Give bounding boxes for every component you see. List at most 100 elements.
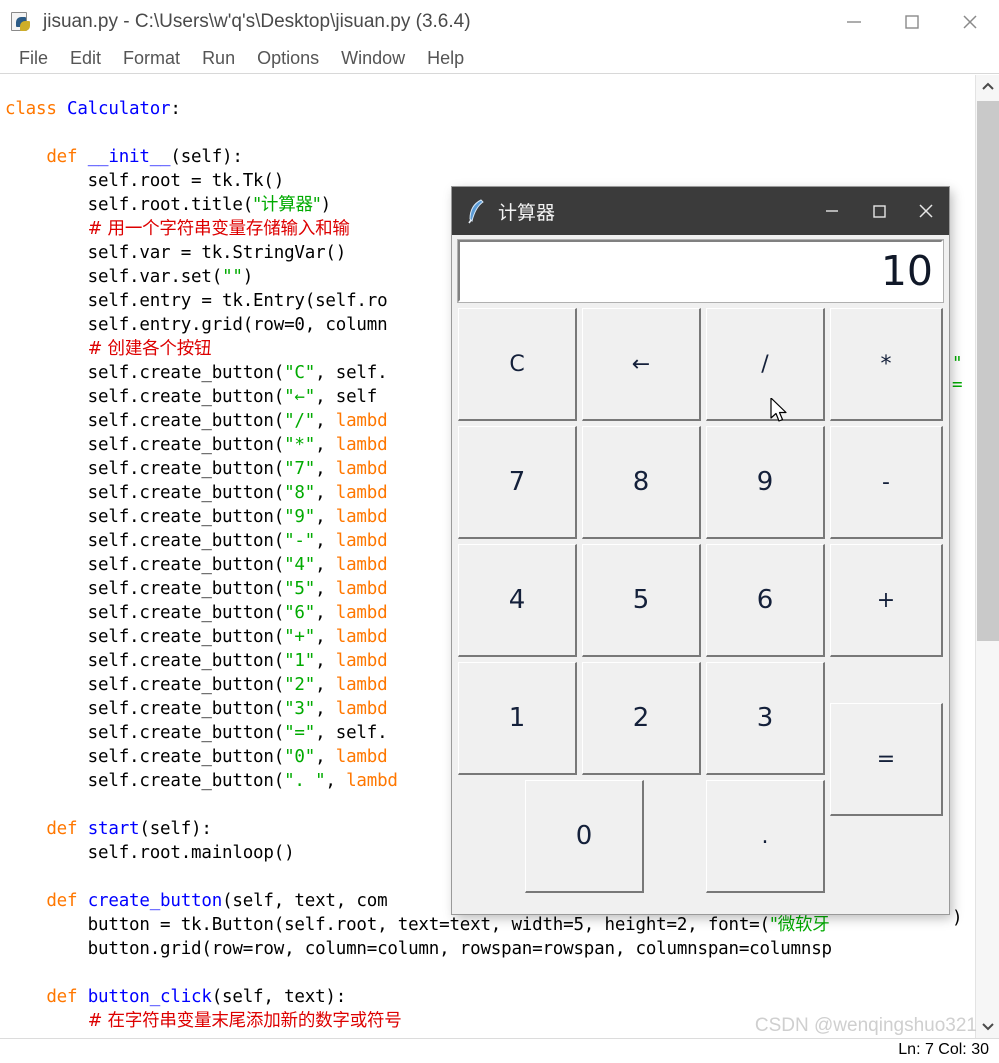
code-token: lambd — [335, 411, 388, 431]
menu-item-options[interactable]: Options — [246, 46, 330, 71]
code-token: lambd — [335, 603, 388, 623]
chevron-down-icon[interactable] — [976, 1014, 999, 1038]
calculator-button-/[interactable]: / — [706, 308, 825, 421]
code-token: , self. — [315, 723, 388, 743]
code-token: class — [5, 99, 68, 119]
menu-item-run[interactable]: Run — [191, 46, 246, 71]
screen: jisuan.py - C:\Users\w'q's\Desktop\jisua… — [0, 0, 999, 1063]
calculator-button-3[interactable]: 3 — [706, 662, 825, 775]
code-token: (self): — [139, 819, 212, 839]
code-token: lambd — [346, 771, 398, 791]
code-token: , — [315, 459, 336, 479]
code-token: "*" — [284, 435, 316, 455]
calculator-title-bar[interactable]: 计算器 — [452, 187, 949, 235]
code-token: def — [46, 891, 88, 911]
code-token: def — [46, 819, 88, 839]
code-token: (self, text): — [211, 987, 347, 1007]
code-token: , — [315, 555, 336, 575]
calculator-button-2[interactable]: 2 — [582, 662, 701, 775]
calculator-button-4[interactable]: 4 — [458, 544, 577, 657]
code-token: self.create_button( — [5, 387, 285, 407]
calculator-button-C[interactable]: C — [458, 308, 577, 421]
menu-item-file[interactable]: File — [8, 46, 59, 71]
feather-icon — [468, 199, 484, 224]
calculator-button-8[interactable]: 8 — [582, 426, 701, 539]
maximize-icon[interactable] — [855, 187, 902, 235]
idle-window-title: jisuan.py - C:\Users\w'q's\Desktop\jisua… — [43, 11, 471, 32]
code-token: start — [87, 819, 140, 839]
code-token: , — [325, 771, 347, 791]
code-line: class Calculator: — [5, 97, 975, 121]
calculator-button-=[interactable]: = — [830, 703, 943, 816]
calculator-button-9[interactable]: 9 — [706, 426, 825, 539]
code-token: ) — [320, 195, 332, 215]
code-token: self.create_button( — [5, 627, 285, 647]
calculator-display[interactable]: 10 — [457, 239, 944, 303]
code-token: , — [315, 435, 336, 455]
code-token: self.create_button( — [5, 363, 285, 383]
code-token: , — [315, 651, 336, 671]
code-token: , — [315, 507, 336, 527]
minimize-icon[interactable] — [825, 0, 883, 44]
code-token: lambd — [335, 699, 388, 719]
menu-item-help[interactable]: Help — [416, 46, 475, 71]
calculator-button--[interactable]: - — [830, 426, 943, 539]
menu-item-window[interactable]: Window — [330, 46, 416, 71]
code-token: "7" — [284, 459, 316, 479]
menu-item-edit[interactable]: Edit — [59, 46, 112, 71]
calculator-button-0[interactable]: 0 — [525, 780, 644, 893]
code-token: lambd — [335, 507, 388, 527]
code-token: create_button — [87, 891, 223, 911]
code-token: self.entry.grid(row=0, column — [5, 315, 388, 335]
idle-title-bar: jisuan.py - C:\Users\w'q's\Desktop\jisua… — [0, 0, 999, 44]
scrollbar-thumb[interactable] — [977, 101, 999, 641]
calculator-button-1[interactable]: 1 — [458, 662, 577, 775]
code-token: , self. — [315, 363, 388, 383]
code-token: __init__ — [87, 147, 171, 167]
calculator-button-5[interactable]: 5 — [582, 544, 701, 657]
close-icon[interactable] — [941, 0, 999, 44]
code-token: lambd — [335, 483, 388, 503]
minimize-icon[interactable] — [808, 187, 855, 235]
close-icon[interactable] — [902, 187, 949, 235]
code-token: , — [315, 579, 336, 599]
code-token: lambd — [335, 531, 388, 551]
code-token: self.create_button( — [5, 723, 285, 743]
code-token: self.create_button( — [5, 699, 285, 719]
calculator-button-+[interactable]: + — [830, 544, 943, 657]
calculator-button-7[interactable]: 7 — [458, 426, 577, 539]
code-token: # 用一个字符串变量存储输入和输 — [87, 219, 350, 239]
calculator-button-6[interactable]: 6 — [706, 544, 825, 657]
chevron-up-icon[interactable] — [976, 75, 999, 99]
code-token: self.create_button( — [5, 507, 285, 527]
code-line: def __init__(self): — [5, 145, 975, 169]
cursor-position-indicator: Ln: 7 Col: 30 — [898, 1041, 989, 1058]
calculator-button-←[interactable]: ← — [582, 308, 701, 421]
python-file-icon — [9, 10, 33, 34]
code-token: button = tk.Button(self.root, text=text,… — [5, 915, 770, 935]
code-token: def — [46, 987, 88, 1007]
calculator-button-*[interactable]: * — [830, 308, 943, 421]
calculator-keypad: C ← / * 7 8 9- 4 5 6 +1 2 3 = 0. — [458, 308, 943, 908]
code-token: "←" — [284, 387, 316, 407]
calculator-button-.[interactable]: . — [706, 780, 825, 893]
code-token: self.create_button( — [5, 555, 285, 575]
code-token: button.grid(row=row, column=column, rows… — [5, 939, 832, 959]
code-token: "2" — [284, 675, 316, 695]
code-token: : — [170, 99, 181, 119]
code-token: (self): — [170, 147, 243, 167]
code-token: self.create_button( — [5, 411, 285, 431]
calculator-body: 10 C ← / * 7 8 9- 4 5 6 +1 2 3 = 0. — [452, 235, 949, 914]
menu-item-format[interactable]: Format — [112, 46, 191, 71]
code-token: "1" — [284, 651, 316, 671]
code-token: , — [315, 483, 336, 503]
editor-vertical-scrollbar[interactable] — [975, 75, 999, 1038]
code-token: self.var.set( — [5, 267, 223, 287]
code-token: self.root.title( — [5, 195, 254, 215]
code-token: def — [46, 147, 88, 167]
maximize-icon[interactable] — [883, 0, 941, 44]
